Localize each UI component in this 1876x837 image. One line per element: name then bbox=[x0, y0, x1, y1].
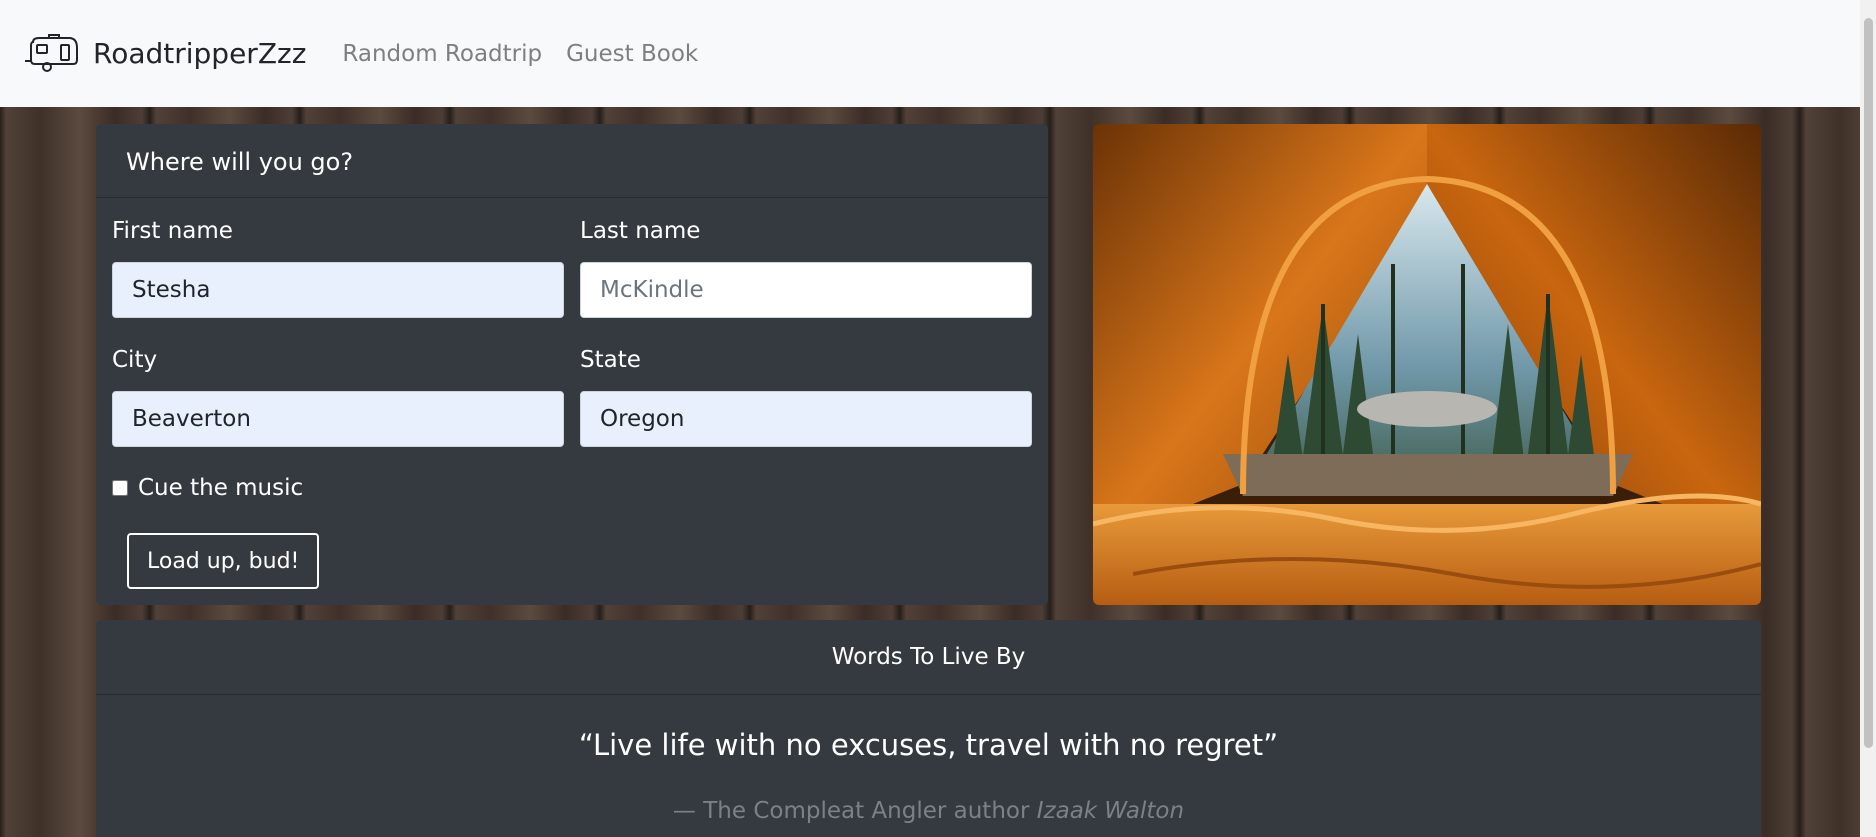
music-checkbox-row: Cue the music bbox=[112, 475, 303, 501]
quote-source: — The Compleat Angler author bbox=[672, 798, 1037, 824]
first-name-label: First name bbox=[112, 218, 233, 244]
quote-text: “Live life with no excuses, travel with … bbox=[578, 728, 1279, 762]
state-label: State bbox=[580, 347, 641, 373]
trip-form-card: Where will you go? First name Last name … bbox=[96, 124, 1048, 605]
last-name-label: Last name bbox=[580, 218, 701, 244]
tent-photo bbox=[1093, 124, 1761, 605]
last-name-input[interactable] bbox=[580, 262, 1032, 318]
cue-music-checkbox[interactable] bbox=[112, 480, 128, 496]
first-name-input[interactable] bbox=[112, 262, 564, 318]
quote-card-header: Words To Live By bbox=[96, 620, 1761, 695]
scrollbar-thumb[interactable] bbox=[1864, 18, 1873, 748]
quote-card: Words To Live By “Live life with no excu… bbox=[96, 620, 1761, 837]
nav-link-random-roadtrip[interactable]: Random Roadtrip bbox=[342, 41, 542, 67]
nav-link-guest-book[interactable]: Guest Book bbox=[566, 41, 698, 67]
quote-author: Izaak Walton bbox=[1036, 798, 1185, 824]
cue-music-label[interactable]: Cue the music bbox=[138, 475, 303, 501]
quote-attribution: — The Compleat Angler author Izaak Walto… bbox=[96, 798, 1761, 824]
city-label: City bbox=[112, 347, 158, 373]
city-input[interactable] bbox=[112, 391, 564, 447]
page-scrollbar[interactable] bbox=[1860, 0, 1876, 837]
state-input[interactable] bbox=[580, 391, 1032, 447]
camper-trailer-icon[interactable] bbox=[25, 33, 81, 74]
form-card-header: Where will you go? bbox=[96, 124, 1048, 198]
load-up-button[interactable]: Load up, bud! bbox=[127, 533, 320, 589]
navbar: RoadtripperZzz Random Roadtrip Guest Boo… bbox=[0, 0, 1860, 107]
brand-name[interactable]: RoadtripperZzz bbox=[93, 37, 306, 70]
tent-view-illustration bbox=[1093, 124, 1761, 605]
